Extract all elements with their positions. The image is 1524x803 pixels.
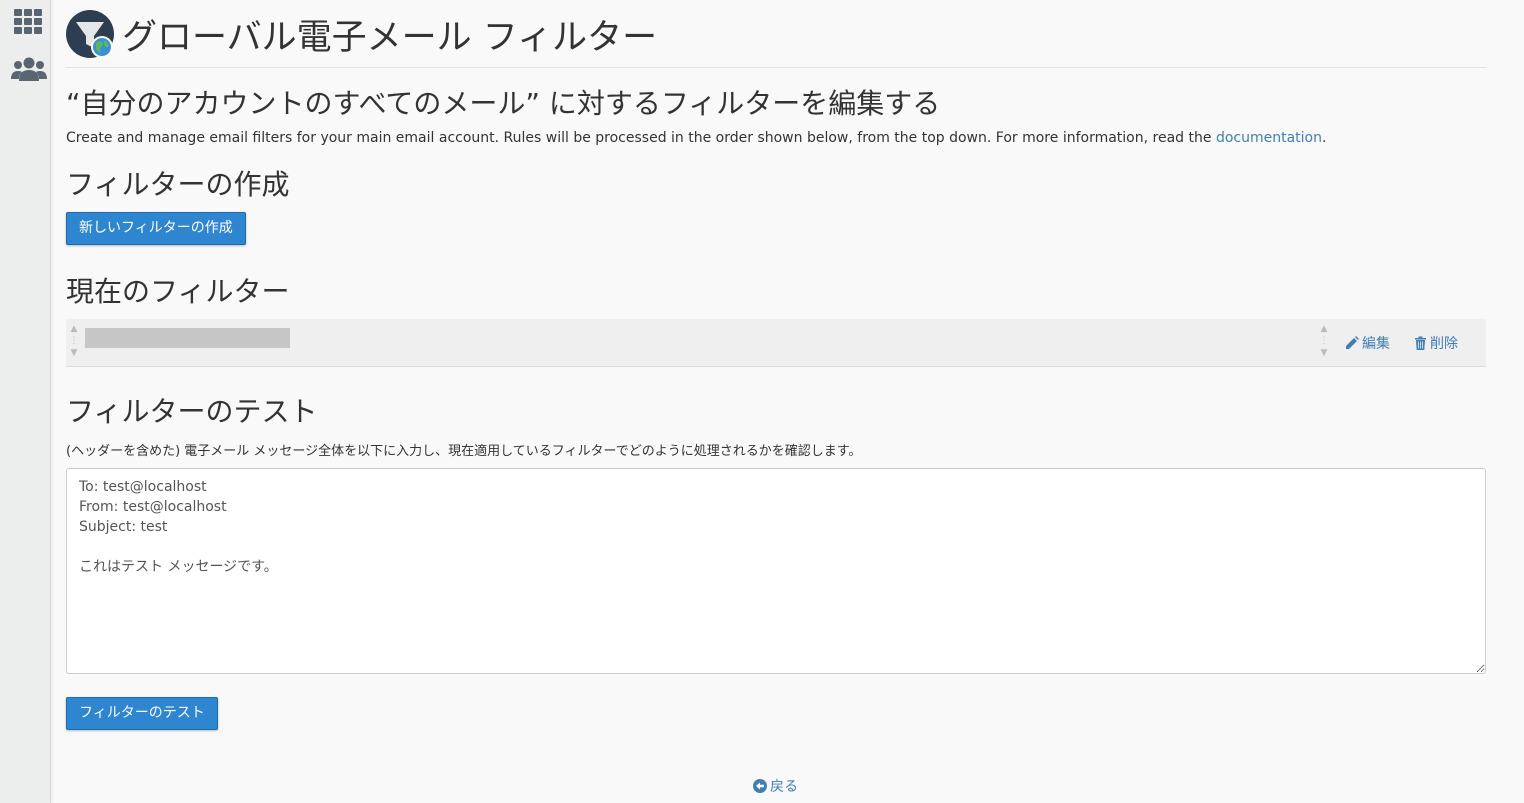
drag-handle-icon[interactable]: ▲ ⋮ ▼: [69, 323, 79, 361]
page-subtitle: “自分のアカウントのすべてのメール” に対するフィルターを編集する: [66, 87, 941, 120]
filter-name: [85, 328, 290, 348]
back-link[interactable]: 戻る: [753, 776, 798, 796]
create-filter-heading: フィルターの作成: [66, 168, 290, 201]
description-end: .: [1321, 130, 1327, 146]
page-title: グローバル電子メール フィルター: [122, 18, 658, 58]
page-header: グローバル電子メール フィルター: [66, 8, 1486, 68]
documentation-link[interactable]: documentation: [1216, 130, 1322, 146]
test-filter-instructions: (ヘッダーを含めた) 電子メール メッセージ全体を以下に入力し、現在適用している…: [66, 444, 862, 459]
page-description: Create and manage email filters for your…: [66, 130, 1326, 146]
create-filter-button[interactable]: 新しいフィルターの作成: [66, 212, 246, 245]
edit-filter-button[interactable]: 編集: [1345, 333, 1390, 353]
users-icon[interactable]: [11, 55, 47, 85]
main-content: グローバル電子メール フィルター “自分のアカウントのすべてのメール” に対する…: [66, 0, 1486, 803]
edit-label: 編集: [1362, 336, 1390, 352]
current-filters-heading: 現在のフィルター: [66, 275, 290, 308]
filter-row: ▲ ⋮ ▼ ▲ ⋮ ▼ 編集 削除: [66, 319, 1486, 367]
test-filter-heading: フィルターのテスト: [66, 395, 318, 428]
trash-icon: [1415, 336, 1426, 350]
delete-label: 削除: [1430, 336, 1458, 352]
delete-filter-button[interactable]: 削除: [1414, 333, 1458, 353]
test-message-textarea[interactable]: To: test@localhost From: test@localhost …: [66, 468, 1486, 674]
back-label: 戻る: [770, 779, 798, 795]
grid-icon[interactable]: [11, 8, 45, 38]
drag-handle-icon[interactable]: ▲ ⋮ ▼: [1319, 323, 1329, 361]
description-text: Create and manage email filters for your…: [66, 130, 1216, 146]
arrow-left-circle-icon: [753, 779, 767, 793]
filter-globe-icon: [66, 10, 116, 60]
sidebar: [0, 0, 51, 803]
test-filter-button[interactable]: フィルターのテスト: [66, 697, 218, 730]
pencil-icon: [1346, 336, 1359, 349]
